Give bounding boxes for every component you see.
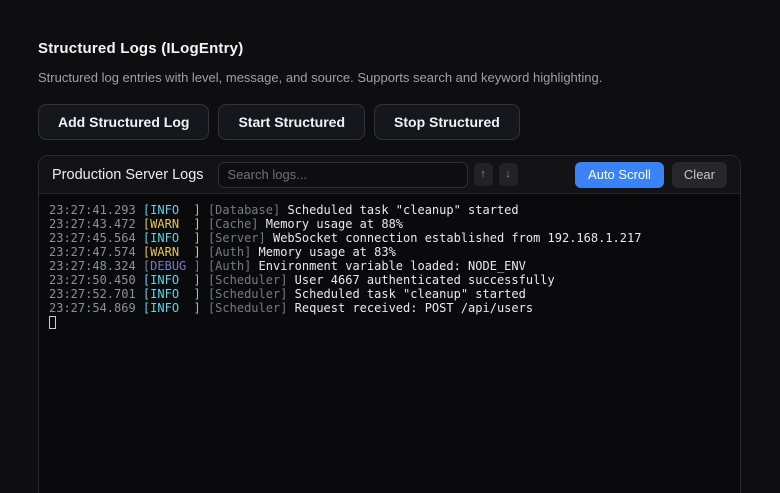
stop-structured-button[interactable]: Stop Structured [374,104,520,140]
log-source: [Auth] [208,245,259,259]
log-level: [INFO ] [143,273,208,287]
terminal-cursor-icon [49,316,56,329]
arrow-down-icon: ↓ [505,168,511,180]
page: Structured Logs (ILogEntry) Structured l… [0,0,780,493]
log-source: [Auth] [208,259,259,273]
log-message: User 4667 authenticated successfully [295,273,555,287]
log-message: Memory usage at 88% [266,217,403,231]
search-input[interactable] [218,162,468,188]
clear-button[interactable]: Clear [672,162,727,188]
actions-row: Add Structured Log Start Structured Stop… [38,104,742,140]
log-line: 23:27:41.293 [INFO ] [Database] Schedule… [49,203,730,217]
log-level: [INFO ] [143,287,208,301]
log-level: [WARN ] [143,245,208,259]
log-source: [Server] [208,231,273,245]
arrow-up-icon: ↑ [480,168,486,180]
log-line: 23:27:52.701 [INFO ] [Scheduler] Schedul… [49,287,730,301]
panel-title: Production Server Logs [52,167,204,183]
log-timestamp: 23:27:43.472 [49,217,143,231]
log-level: [INFO ] [143,231,208,245]
log-source: [Scheduler] [208,273,295,287]
log-line: 23:27:45.564 [INFO ] [Server] WebSocket … [49,231,730,245]
log-message: Request received: POST /api/users [295,301,533,315]
page-subtitle: Structured log entries with level, messa… [38,70,742,85]
prev-match-button[interactable]: ↑ [474,163,493,186]
log-level: [INFO ] [143,203,208,217]
log-timestamp: 23:27:52.701 [49,287,143,301]
log-source: [Database] [208,203,287,217]
log-line: 23:27:47.574 [WARN ] [Auth] Memory usage… [49,245,730,259]
log-line: 23:27:43.472 [WARN ] [Cache] Memory usag… [49,217,730,231]
log-source: [Cache] [208,217,266,231]
page-title: Structured Logs (ILogEntry) [38,40,742,57]
log-message: Memory usage at 83% [259,245,396,259]
log-source: [Scheduler] [208,287,295,301]
log-level: [WARN ] [143,217,208,231]
log-panel: Production Server Logs ↑ ↓ Auto Scroll C… [38,155,741,493]
log-timestamp: 23:27:47.574 [49,245,143,259]
log-line: 23:27:54.869 [INFO ] [Scheduler] Request… [49,301,730,315]
log-source: [Scheduler] [208,301,295,315]
log-timestamp: 23:27:41.293 [49,203,143,217]
log-output[interactable]: 23:27:41.293 [INFO ] [Database] Schedule… [39,194,740,493]
log-line: 23:27:48.324 [DEBUG ] [Auth] Environment… [49,259,730,273]
log-level: [DEBUG ] [143,259,208,273]
add-structured-log-button[interactable]: Add Structured Log [38,104,209,140]
log-timestamp: 23:27:54.869 [49,301,143,315]
log-message: Scheduled task "cleanup" started [287,203,518,217]
log-line: 23:27:50.450 [INFO ] [Scheduler] User 46… [49,273,730,287]
log-message: Scheduled task "cleanup" started [295,287,526,301]
log-message: WebSocket connection established from 19… [273,231,641,245]
log-lines: 23:27:41.293 [INFO ] [Database] Schedule… [49,203,730,315]
log-level: [INFO ] [143,301,208,315]
start-structured-button[interactable]: Start Structured [218,104,365,140]
auto-scroll-button[interactable]: Auto Scroll [575,162,664,188]
log-timestamp: 23:27:45.564 [49,231,143,245]
log-timestamp: 23:27:50.450 [49,273,143,287]
log-message: Environment variable loaded: NODE_ENV [259,259,526,273]
cursor-line [49,315,730,332]
log-panel-header: Production Server Logs ↑ ↓ Auto Scroll C… [39,156,740,194]
next-match-button[interactable]: ↓ [499,163,518,186]
log-timestamp: 23:27:48.324 [49,259,143,273]
